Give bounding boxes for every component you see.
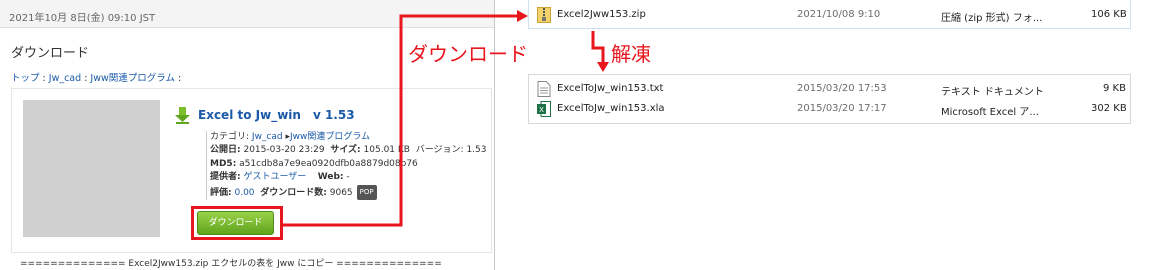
provider-link[interactable]: ゲストユーザー <box>243 172 306 182</box>
breadcrumb-jwcad-link[interactable]: Jw_cad <box>49 73 81 84</box>
txt-file-size: 9 KB <box>1103 83 1126 94</box>
file-thumbnail <box>23 100 160 237</box>
breadcrumb-separator: : <box>174 73 182 84</box>
category-arrow-icon: ▸ <box>282 132 291 142</box>
txt-file-name: ExcelToJw_win153.txt <box>557 83 664 94</box>
text-file-icon <box>537 81 551 97</box>
category-label: カテゴリ: <box>210 132 250 142</box>
meta-md5: MD5: a51cdb8a7e9ea0920dfb0a8879d08b76 <box>210 158 487 171</box>
zip-file-date: 2021/10/08 9:10 <box>797 9 881 20</box>
meta-published: 公開日: 2015-03-20 23:29 サイズ: 105.01 KB バージ… <box>210 144 487 157</box>
zip-file-type: 圧縮 (zip 形式) フォ... <box>941 13 1043 24</box>
svg-text:X: X <box>539 106 544 114</box>
txt-file-date: 2015/03/20 17:53 <box>797 83 887 94</box>
meta-provider: 提供者: ゲストユーザー Web: - <box>210 171 487 184</box>
provider-label: 提供者: <box>210 172 241 183</box>
category-jwcad-link[interactable]: Jw_cad <box>252 132 283 142</box>
web-label: Web: <box>317 172 344 183</box>
page-date: 2021年10月 8日(金) 09:10 JST <box>9 13 156 24</box>
published-label: 公開日: <box>210 145 241 156</box>
explorer-extracted-files: ExcelToJw_win153.txt 2015/03/20 17:53 テキ… <box>528 74 1131 124</box>
excel-file-icon: X <box>537 101 551 117</box>
md5-value: a51cdb8a7e9ea0920dfb0a8879d08b76 <box>239 158 418 169</box>
size-value: 105.01 KB <box>363 145 410 156</box>
size-label: サイズ: <box>330 145 361 156</box>
download-annotation-label: ダウンロード <box>408 42 528 66</box>
date-bar: 2021年10月 8日(金) 09:10 JST <box>0 0 494 28</box>
breadcrumb: トップ : Jw_cad : Jww関連プログラム : <box>11 70 181 84</box>
meta-rating: 評価: 0.00 ダウンロード数: 9065 POP <box>210 184 487 201</box>
bottom-note: ============== Excel2Jww153.zip エクセルの表を … <box>20 259 442 269</box>
download-arrowhead-icon <box>517 10 528 22</box>
txt-file-type: テキスト ドキュメント <box>941 87 1044 98</box>
rating-label: 評価: <box>210 187 232 198</box>
extract-arrow-line <box>591 31 605 64</box>
breadcrumb-jww-programs-link[interactable]: Jww関連プログラム <box>90 73 175 84</box>
explorer-downloaded-file: Excel2Jww153.zip 2021/10/08 9:10 圧縮 (zip… <box>528 0 1131 29</box>
xla-file-type: Microsoft Excel ア... <box>941 107 1039 118</box>
xla-file-size: 302 KB <box>1091 103 1127 114</box>
download-button-highlight <box>191 206 283 240</box>
version-label: バージョン: <box>415 145 464 156</box>
file-title[interactable]: Excel to Jw_win v 1.53 <box>198 108 355 122</box>
rating-value: 0.00 <box>234 187 255 198</box>
extract-annotation-label: 解凍 <box>611 42 651 66</box>
zip-file-name: Excel2Jww153.zip <box>557 9 646 20</box>
breadcrumb-top-link[interactable]: トップ <box>11 73 40 84</box>
file-metadata: カテゴリ: Jw_cad ▸Jww関連プログラム 公開日: 2015-03-20… <box>206 131 487 201</box>
explorer-row-zip[interactable]: Excel2Jww153.zip 2021/10/08 9:10 圧縮 (zip… <box>529 5 1130 25</box>
file-name: Excel to Jw_win <box>198 108 301 122</box>
md5-label: MD5: <box>210 158 237 169</box>
meta-category: カテゴリ: Jw_cad ▸Jww関連プログラム <box>210 131 487 144</box>
web-value: - <box>346 172 350 183</box>
xla-file-date: 2015/03/20 17:17 <box>797 103 887 114</box>
page-title: ダウンロード <box>11 46 90 61</box>
explorer-row-txt[interactable]: ExcelToJw_win153.txt 2015/03/20 17:53 テキ… <box>529 79 1130 99</box>
explorer-row-xla[interactable]: X ExcelToJw_win153.xla 2015/03/20 17:17 … <box>529 99 1130 119</box>
version-value: 1.53 <box>466 145 487 156</box>
published-value: 2015-03-20 23:29 <box>243 145 325 156</box>
category-jww-link[interactable]: Jww関連プログラム <box>290 132 370 142</box>
pop-badge: POP <box>356 184 377 201</box>
extract-arrowhead-icon <box>597 62 609 72</box>
downloads-value: 9065 <box>329 187 353 198</box>
downloads-label: ダウンロード数: <box>260 187 327 198</box>
zip-folder-icon <box>537 7 551 23</box>
zip-file-size: 106 KB <box>1091 9 1127 20</box>
breadcrumb-separator: : <box>39 73 49 84</box>
file-version: v 1.53 <box>312 108 355 122</box>
download-arrow-icon <box>175 107 190 124</box>
xla-file-name: ExcelToJw_win153.xla <box>557 103 665 114</box>
